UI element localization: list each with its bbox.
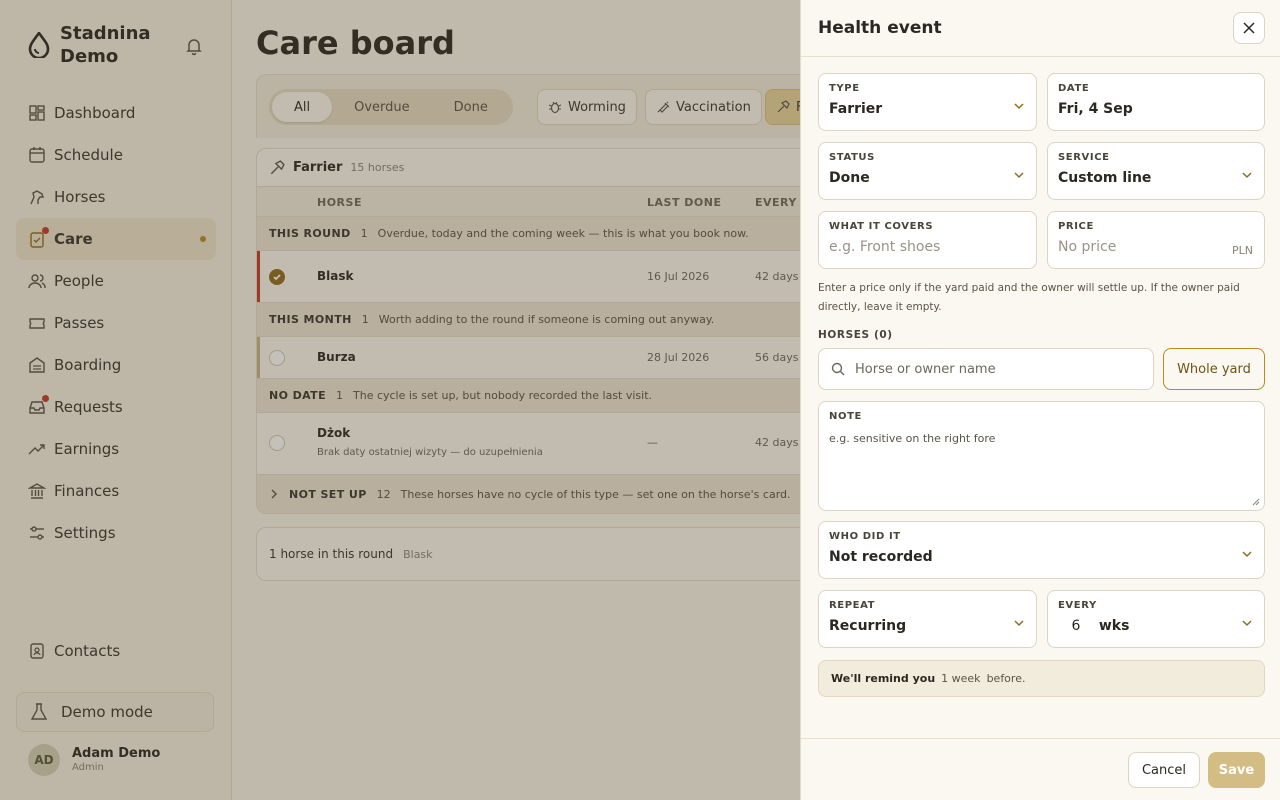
date-value: Fri, 4 Sep <box>1058 101 1133 117</box>
chevron-down-icon <box>1014 620 1024 627</box>
price-input[interactable]: PRICE No price PLN <box>1047 211 1265 269</box>
covers-placeholder: e.g. Front shoes <box>829 239 941 255</box>
status-select[interactable]: STATUS Done <box>818 142 1037 200</box>
covers-input[interactable]: WHAT IT COVERS e.g. Front shoes <box>818 211 1037 269</box>
panel-title: Health event <box>818 18 942 38</box>
panel-footer: Cancel Save <box>801 738 1280 800</box>
close-icon <box>1243 22 1255 34</box>
chevron-down-icon <box>1014 172 1024 179</box>
note-placeholder: e.g. sensitive on the right fore <box>829 432 996 445</box>
note-textarea[interactable]: NOTE e.g. sensitive on the right fore <box>818 401 1265 511</box>
reminder-note: We'll remind you 1 week before. <box>818 660 1265 697</box>
repeat-label: REPEAT <box>829 600 876 611</box>
date-field[interactable]: DATE Fri, 4 Sep <box>1047 73 1265 131</box>
type-select[interactable]: TYPE Farrier <box>818 73 1037 131</box>
who-label: WHO DID IT <box>829 531 901 542</box>
panel-header: Health event <box>801 0 1280 57</box>
status-label: STATUS <box>829 152 875 163</box>
date-label: DATE <box>1058 83 1090 94</box>
every-unit-select[interactable]: wks <box>1099 618 1130 634</box>
chevron-down-icon <box>1242 172 1252 179</box>
price-help-text: Enter a price only if the yard paid and … <box>818 282 1240 313</box>
save-button[interactable]: Save <box>1208 752 1265 788</box>
horse-search-input[interactable]: Horse or owner name <box>818 348 1154 390</box>
price-placeholder: No price <box>1058 239 1117 255</box>
covers-label: WHAT IT COVERS <box>829 221 934 232</box>
horses-label: HORSES (0) <box>818 329 893 341</box>
who-did-it-select[interactable]: WHO DID IT Not recorded <box>818 521 1265 579</box>
whole-yard-button[interactable]: Whole yard <box>1163 348 1265 390</box>
search-icon <box>831 362 845 376</box>
price-label: PRICE <box>1058 221 1094 232</box>
every-number-input[interactable]: 6 <box>1058 618 1094 634</box>
service-value: Custom line <box>1058 170 1152 186</box>
who-value: Not recorded <box>829 549 933 565</box>
every-label: EVERY <box>1058 600 1097 611</box>
status-value: Done <box>829 170 870 186</box>
health-event-panel: Health event TYPE Farrier DATE Fri, 4 Se… <box>800 0 1280 800</box>
service-label: SERVICE <box>1058 152 1110 163</box>
repeat-select[interactable]: REPEAT Recurring <box>818 590 1037 648</box>
chevron-down-icon <box>1242 551 1252 558</box>
reminder-suffix: before. <box>986 672 1026 685</box>
every-field[interactable]: EVERY 6 wks <box>1047 590 1265 648</box>
reminder-prefix: We'll remind you <box>831 672 936 685</box>
service-select[interactable]: SERVICE Custom line <box>1047 142 1265 200</box>
cancel-button[interactable]: Cancel <box>1128 752 1200 788</box>
type-value: Farrier <box>829 101 883 117</box>
repeat-value: Recurring <box>829 618 907 634</box>
type-label: TYPE <box>829 83 860 94</box>
close-button[interactable] <box>1233 12 1265 44</box>
currency-label: PLN <box>1232 244 1253 257</box>
reminder-amount: 1 week <box>941 672 981 685</box>
resize-handle-icon[interactable] <box>1252 498 1260 506</box>
note-label: NOTE <box>829 411 862 422</box>
search-placeholder: Horse or owner name <box>855 361 996 377</box>
chevron-down-icon <box>1242 620 1252 627</box>
chevron-down-icon <box>1014 103 1024 110</box>
